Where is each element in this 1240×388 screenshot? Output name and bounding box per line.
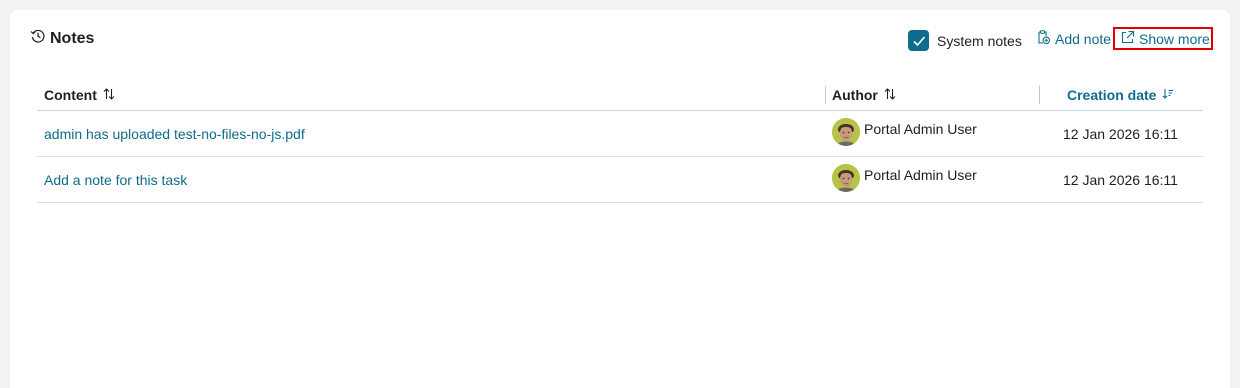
add-note-button[interactable]: Add note bbox=[1036, 30, 1111, 48]
notes-table: Content Author Creation date admin has u… bbox=[37, 80, 1203, 203]
table-row[interactable]: admin has uploaded test-no-files-no-js.p… bbox=[37, 111, 1203, 157]
note-author: Portal Admin User bbox=[832, 118, 977, 146]
checkbox-checked-icon[interactable] bbox=[908, 30, 929, 51]
history-icon bbox=[30, 28, 46, 44]
open-in-new-icon bbox=[1120, 30, 1135, 48]
add-note-label: Add note bbox=[1055, 31, 1112, 47]
table-header: Content Author Creation date bbox=[37, 80, 1203, 111]
column-header-author[interactable]: Author bbox=[825, 86, 896, 104]
show-more-label: Show more bbox=[1139, 30, 1210, 47]
system-notes-label: System notes bbox=[937, 32, 1022, 49]
note-content-link[interactable]: Add a note for this task bbox=[44, 172, 187, 188]
column-header-author-label: Author bbox=[832, 87, 878, 103]
column-header-creation-date[interactable]: Creation date bbox=[1039, 86, 1174, 104]
column-header-content-label: Content bbox=[44, 87, 97, 103]
panel-title-wrap: Notes bbox=[30, 28, 95, 48]
notes-panel: Notes System notes Add note Show more Co… bbox=[10, 10, 1230, 388]
panel-header: Notes System notes Add note Show more bbox=[10, 10, 1230, 70]
author-name: Portal Admin User bbox=[864, 121, 977, 137]
author-name: Portal Admin User bbox=[864, 167, 977, 183]
note-content-link[interactable]: admin has uploaded test-no-files-no-js.p… bbox=[44, 126, 305, 142]
sort-icon[interactable] bbox=[103, 87, 115, 104]
show-more-button[interactable]: Show more bbox=[1113, 27, 1213, 50]
column-header-content[interactable]: Content bbox=[44, 80, 115, 110]
add-note-icon bbox=[1036, 30, 1051, 48]
sort-icon[interactable] bbox=[884, 87, 896, 104]
note-author: Portal Admin User bbox=[832, 164, 977, 192]
avatar bbox=[832, 118, 860, 146]
panel-title: Notes bbox=[50, 30, 95, 47]
avatar bbox=[832, 164, 860, 192]
column-header-creation-date-label: Creation date bbox=[1067, 87, 1157, 103]
note-creation-date: 12 Jan 2026 16:11 bbox=[1063, 172, 1178, 188]
table-row[interactable]: Add a note for this task Portal Admin Us… bbox=[37, 157, 1203, 203]
system-notes-checkbox[interactable]: System notes bbox=[908, 30, 1022, 51]
note-creation-date: 12 Jan 2026 16:11 bbox=[1063, 126, 1178, 142]
sort-descending-icon[interactable] bbox=[1162, 87, 1174, 103]
